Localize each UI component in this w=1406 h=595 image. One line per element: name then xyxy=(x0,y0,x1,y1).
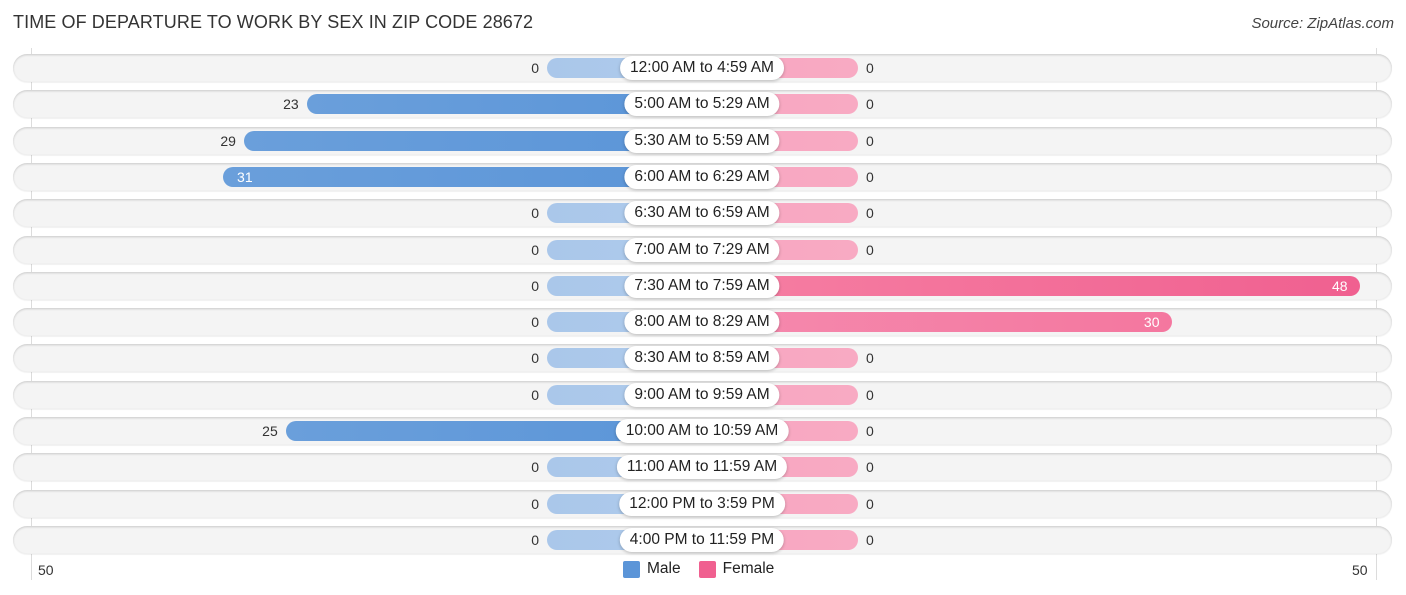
category-label: 5:00 AM to 5:29 AM xyxy=(624,92,780,117)
category-label: 8:00 AM to 8:29 AM xyxy=(624,310,780,335)
category-label: 11:00 AM to 11:59 AM xyxy=(616,455,788,480)
value-label-female: 0 xyxy=(866,60,874,76)
value-label-male: 23 xyxy=(283,96,299,113)
legend-swatch-male xyxy=(623,560,640,578)
legend-swatch-female xyxy=(698,560,716,578)
category-label: 7:00 AM to 7:29 AM xyxy=(624,237,780,262)
value-label-female: 0 xyxy=(866,168,874,185)
value-label-female: 48 xyxy=(1332,277,1348,294)
value-label-male: 0 xyxy=(531,495,539,512)
axis-label-right: 50 xyxy=(1352,562,1368,578)
value-label-male: 0 xyxy=(531,205,539,222)
category-label: 6:00 AM to 6:29 AM xyxy=(624,164,780,189)
chart-title: TIME OF DEPARTURE TO WORK BY SEX IN ZIP … xyxy=(13,12,534,32)
value-label-female: 0 xyxy=(866,96,874,113)
value-label-female: 0 xyxy=(866,495,874,512)
value-label-female: 0 xyxy=(866,459,874,476)
category-label: 10:00 AM to 10:59 AM xyxy=(615,419,789,443)
legend-item-female: Female xyxy=(698,560,775,578)
value-label-male: 0 xyxy=(531,241,539,258)
value-label-female: 0 xyxy=(866,205,874,222)
value-label-female: 0 xyxy=(866,350,874,367)
value-label-male: 0 xyxy=(531,314,539,331)
value-label-male: 0 xyxy=(531,531,539,548)
value-label-female: 0 xyxy=(866,386,874,403)
value-label-male: 31 xyxy=(237,168,253,185)
category-label: 7:30 AM to 7:59 AM xyxy=(624,273,780,298)
legend: Male Female xyxy=(623,560,792,578)
value-label-female: 0 xyxy=(866,132,874,149)
value-label-male: 0 xyxy=(531,459,539,476)
value-label-female: 0 xyxy=(866,423,874,439)
category-label: 9:00 AM to 9:59 AM xyxy=(624,382,780,407)
value-label-female: 0 xyxy=(866,531,874,548)
category-label: 12:00 PM to 3:59 PM xyxy=(619,491,785,516)
source-credit: Source: ZipAtlas.com xyxy=(1251,15,1394,32)
bar-female[interactable] xyxy=(702,275,1360,296)
value-label-female: 30 xyxy=(1143,314,1160,331)
value-label-male: 0 xyxy=(531,350,539,367)
value-label-male: 0 xyxy=(531,277,539,294)
category-label: 8:30 AM to 8:59 AM xyxy=(624,346,780,371)
value-label-male: 0 xyxy=(531,60,539,76)
legend-label-female: Female xyxy=(722,560,775,577)
value-label-male: 29 xyxy=(220,132,236,149)
value-label-male: 0 xyxy=(531,386,539,403)
category-label: 6:30 AM to 6:59 AM xyxy=(624,201,780,226)
category-label: 4:00 PM to 11:59 PM xyxy=(619,527,785,552)
category-label: 12:00 AM to 4:59 AM xyxy=(620,56,784,80)
value-label-male: 25 xyxy=(262,423,278,439)
category-label: 5:30 AM to 5:59 AM xyxy=(624,128,780,153)
legend-label-male: Male xyxy=(647,560,681,577)
legend-item-male: Male xyxy=(623,560,681,578)
axis-label-left: 50 xyxy=(38,562,54,578)
value-label-female: 0 xyxy=(866,241,874,258)
